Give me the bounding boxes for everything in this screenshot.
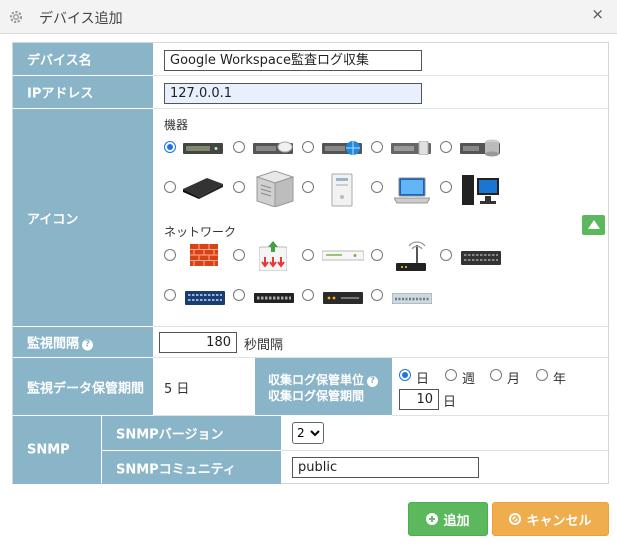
snmp-version-label: SNMPバージョン	[102, 416, 281, 450]
laptop-icon	[394, 177, 430, 204]
icon-radio-rack-cloud-server[interactable]	[233, 141, 245, 153]
icon-radio-desktop-tower[interactable]	[302, 181, 314, 193]
snmp-community-input[interactable]: public	[292, 457, 479, 478]
unit-radio-year[interactable]	[536, 369, 548, 381]
flat-switch-icon	[322, 250, 364, 261]
snmp-community-label: SNMPコミュニティ	[102, 451, 281, 484]
retention-value: 5 日	[164, 382, 190, 397]
icon-radio-tower-server[interactable]	[233, 181, 245, 193]
icon-radio-dark-router[interactable]	[302, 289, 314, 301]
row-divider	[153, 75, 610, 76]
icon-radio-gray-hub[interactable]	[371, 289, 383, 301]
unit-week-label: 週	[462, 372, 476, 387]
desktop-tower-icon	[331, 173, 353, 207]
database-server-icon	[460, 139, 500, 157]
icon-label: アイコン	[13, 109, 153, 326]
wireless-router-icon	[396, 241, 426, 271]
icon-radio-flat-switch[interactable]	[302, 249, 314, 261]
patch-panel-icon	[254, 293, 294, 303]
cancel-button-label: キャンセル	[526, 513, 592, 529]
unit-month-label: 月	[507, 372, 521, 387]
device-name-input[interactable]: Google Workspace監査ログ収集	[164, 50, 422, 71]
snmp-version-select[interactable]: 2	[292, 422, 324, 444]
log-period-unit: 日	[443, 395, 457, 410]
add-button[interactable]: 追加	[408, 502, 488, 536]
device-form: デバイス名 IPアドレス アイコン 監視間隔? 監視データ保管期間 SNMP S…	[12, 42, 610, 484]
tower-server-icon	[255, 170, 295, 207]
icon-radio-wireless-router[interactable]	[371, 249, 383, 261]
log-period-input[interactable]: 10	[399, 389, 439, 410]
download-gateway-icon	[259, 241, 287, 271]
icon-radio-rack-globe-server[interactable]	[302, 141, 314, 153]
row-divider	[153, 326, 610, 327]
row-divider	[153, 108, 610, 109]
retention-label: 監視データ保管期間	[13, 358, 153, 415]
icon-radio-patch-panel[interactable]	[233, 289, 245, 301]
icon-radio-rack-gray-server[interactable]	[371, 141, 383, 153]
log-retention-label: 収集ログ保管単位? 収集ログ保管期間	[255, 358, 392, 415]
icon-radio-desktop-pc[interactable]	[440, 181, 452, 193]
monitoring-interval-label: 監視間隔?	[13, 327, 153, 357]
row-divider	[392, 415, 610, 416]
rack-gray-server-icon	[391, 141, 431, 155]
nas-device-icon	[183, 178, 223, 199]
ip-address-input[interactable]: 127.0.0.1	[164, 83, 422, 104]
dialog-titlebar: デバイス追加 ×	[0, 0, 617, 34]
row-divider	[281, 450, 610, 451]
icon-radio-rack-server[interactable]	[164, 141, 176, 153]
rack-cloud-server-icon	[253, 141, 293, 154]
gear-icon	[9, 10, 23, 24]
icon-radio-blue-switch[interactable]	[164, 289, 176, 301]
unit-radio-week[interactable]	[445, 369, 457, 381]
icon-radio-nas-device[interactable]	[164, 181, 176, 193]
monitoring-interval-input[interactable]: 180	[159, 332, 237, 353]
firewall-icon	[190, 244, 218, 266]
device-name-label: デバイス名	[13, 43, 153, 75]
unit-radio-month[interactable]	[490, 369, 502, 381]
icon-radio-black-switch[interactable]	[440, 249, 452, 261]
gray-hub-icon	[392, 293, 432, 304]
plus-circle-icon	[426, 513, 439, 525]
rack-server-icon	[183, 143, 223, 154]
desktop-pc-icon	[462, 175, 499, 205]
close-icon[interactable]: ×	[591, 5, 604, 23]
dark-router-icon	[323, 292, 363, 304]
cancel-button[interactable]: キャンセル	[492, 502, 609, 536]
rack-globe-server-icon	[322, 141, 362, 155]
collapse-up-button[interactable]	[582, 215, 605, 235]
row-divider	[153, 415, 255, 416]
add-button-label: 追加	[443, 513, 470, 529]
dialog-title: デバイス追加	[39, 11, 123, 27]
help-icon[interactable]: ?	[82, 339, 94, 351]
ip-address-label: IPアドレス	[13, 76, 153, 108]
unit-year-label: 年	[553, 372, 567, 387]
monitoring-interval-unit: 秒間隔	[244, 338, 284, 353]
unit-day-label: 日	[416, 372, 430, 387]
unit-radio-day[interactable]	[399, 369, 411, 381]
equipment-section-title: 機器	[164, 118, 189, 132]
network-section-title: ネットワーク	[164, 225, 237, 239]
icon-radio-download-gateway[interactable]	[233, 249, 245, 261]
icon-radio-firewall[interactable]	[164, 249, 176, 261]
ban-icon	[509, 513, 522, 525]
black-switch-icon	[461, 251, 501, 265]
snmp-label: SNMP	[13, 416, 101, 484]
help-icon[interactable]: ?	[367, 376, 379, 387]
icon-radio-database-server[interactable]	[440, 141, 452, 153]
row-divider	[153, 357, 610, 358]
blue-switch-icon	[185, 291, 225, 305]
icon-radio-laptop[interactable]	[371, 181, 383, 193]
